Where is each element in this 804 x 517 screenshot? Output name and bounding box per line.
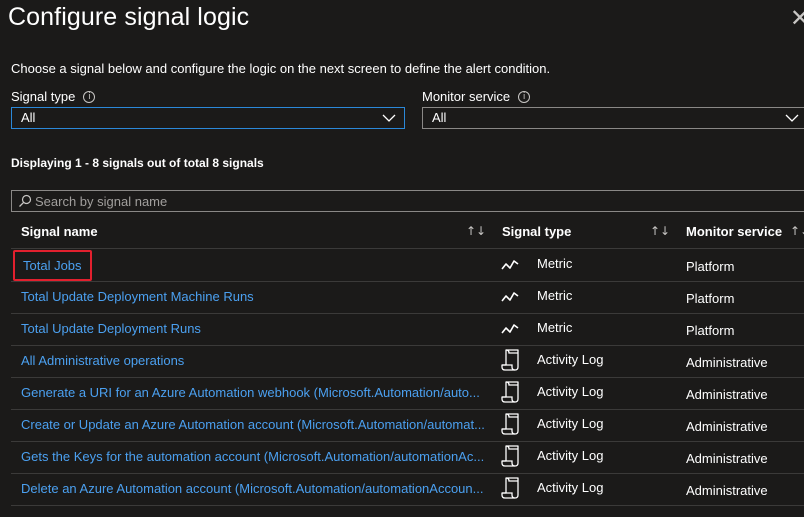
column-header-signal-name[interactable]: Signal name (21, 224, 98, 239)
activity-log-icon (501, 380, 523, 409)
close-icon[interactable]: ✕ (790, 4, 804, 33)
table-row[interactable]: Delete an Azure Automation account (Micr… (11, 473, 804, 506)
signal-type-cell: Metric (537, 288, 573, 303)
metric-icon (501, 258, 519, 277)
monitor-service-cell: Platform (686, 259, 735, 274)
results-count: Displaying 1 - 8 signals out of total 8 … (11, 156, 264, 170)
monitor-service-cell: Platform (686, 323, 735, 338)
monitor-service-dropdown[interactable]: All (422, 107, 804, 129)
monitor-service-cell: Administrative (686, 483, 768, 498)
activity-log-icon (501, 348, 523, 377)
signal-type-cell: Activity Log (537, 448, 604, 463)
signal-type-cell: Metric (537, 256, 573, 271)
table-row[interactable]: Total Update Deployment Machine Runs Met… (11, 281, 804, 314)
monitor-service-cell: Platform (686, 291, 735, 306)
chevron-down-icon (382, 114, 396, 122)
sort-icon[interactable]: ↑↓ (790, 224, 804, 238)
table-row[interactable]: Total Update Deployment Runs Metric Platf… (11, 313, 804, 346)
signal-type-cell: Activity Log (537, 384, 604, 399)
signal-name-link[interactable]: Create or Update an Azure Automation acc… (21, 417, 491, 432)
table-row[interactable]: Generate a URI for an Azure Automation w… (11, 377, 804, 410)
table-row[interactable]: Create or Update an Azure Automation acc… (11, 409, 804, 442)
signal-type-cell: Metric (537, 320, 573, 335)
activity-log-icon (501, 381, 519, 403)
monitor-service-label-group: Monitor service i (422, 89, 531, 104)
metric-icon (501, 292, 519, 302)
table-row[interactable]: Total Jobs Metric Platform (11, 249, 804, 282)
metric-icon (501, 290, 519, 309)
info-icon[interactable]: i (83, 90, 96, 103)
monitor-service-value: All (432, 110, 447, 125)
signal-name-link[interactable]: All Administrative operations (21, 353, 491, 368)
monitor-service-cell: Administrative (686, 419, 768, 434)
signal-type-cell: Activity Log (537, 480, 604, 495)
signal-name-link[interactable]: Total Jobs (13, 250, 92, 281)
monitor-service-cell: Administrative (686, 451, 768, 466)
metric-icon (501, 324, 519, 334)
activity-log-icon (501, 445, 519, 467)
signal-type-label-group: Signal type i (11, 89, 96, 104)
info-icon[interactable]: i (518, 90, 531, 103)
signal-type-cell: Activity Log (537, 352, 604, 367)
table-row[interactable]: All Administrative operations Activity L… (11, 345, 804, 378)
search-box[interactable] (11, 190, 804, 212)
signal-type-label: Signal type (11, 89, 76, 104)
search-input[interactable] (35, 191, 795, 211)
monitor-service-cell: Administrative (686, 387, 768, 402)
sort-icon[interactable]: ↑↓ (650, 224, 670, 238)
activity-log-icon (501, 444, 523, 473)
column-header-monitor-service[interactable]: Monitor service (686, 224, 782, 239)
signal-name-link[interactable]: Generate a URI for an Azure Automation w… (21, 385, 491, 400)
signal-name-link[interactable]: Total Update Deployment Machine Runs (21, 289, 491, 304)
monitor-service-cell: Administrative (686, 355, 768, 370)
chevron-down-icon (785, 114, 799, 122)
activity-log-icon (501, 477, 519, 499)
signal-type-cell: Activity Log (537, 416, 604, 431)
search-icon (19, 194, 32, 207)
metric-icon (501, 260, 519, 270)
table-row[interactable]: Gets the Keys for the automation account… (11, 441, 804, 474)
activity-log-icon (501, 413, 519, 435)
signal-name-link[interactable]: Delete an Azure Automation account (Micr… (21, 481, 491, 496)
signal-type-dropdown[interactable]: All (11, 107, 405, 129)
signal-name-link[interactable]: Total Update Deployment Runs (21, 321, 491, 336)
panel-title: Configure signal logic (8, 3, 250, 31)
sort-icon[interactable]: ↑↓ (466, 224, 486, 238)
activity-log-icon (501, 412, 523, 441)
intro-text: Choose a signal below and configure the … (11, 61, 551, 76)
activity-log-icon (501, 476, 523, 505)
column-header-signal-type[interactable]: Signal type (502, 224, 571, 239)
monitor-service-label: Monitor service (422, 89, 511, 104)
activity-log-icon (501, 349, 519, 371)
metric-icon (501, 322, 519, 341)
signal-type-value: All (21, 110, 36, 125)
table-header: Signal name ↑↓ Signal type ↑↓ Monitor se… (11, 216, 804, 249)
signal-name-link[interactable]: Gets the Keys for the automation account… (21, 449, 491, 464)
